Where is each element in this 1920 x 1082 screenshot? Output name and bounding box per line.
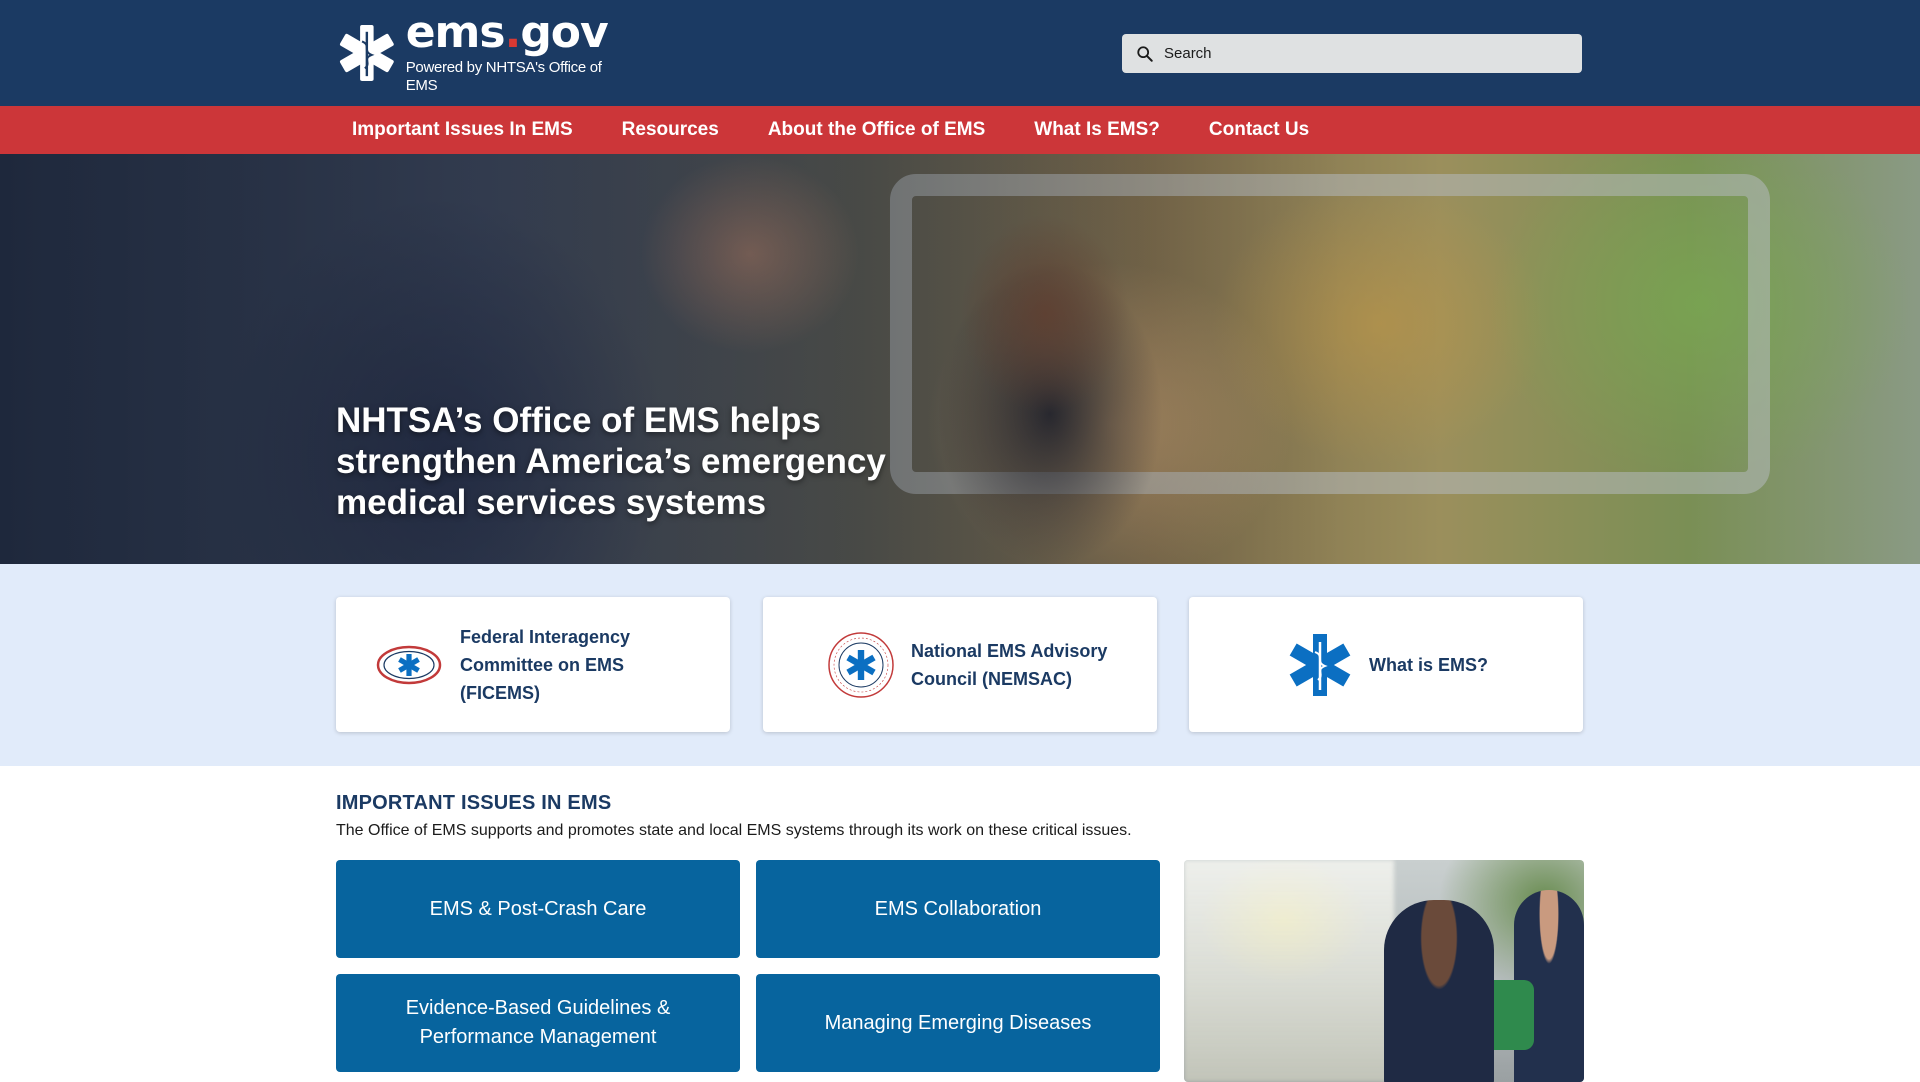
nav-item-contact[interactable]: Contact Us: [1193, 106, 1325, 154]
issue-tile-guidelines[interactable]: Evidence-Based Guidelines & Performance …: [336, 974, 740, 1072]
photo-medic-front: [1384, 900, 1494, 1082]
card-nemsac-label: National EMS Advisory Council (NEMSAC): [911, 640, 1108, 689]
logo-wordmark: ems.gov: [405, 7, 609, 58]
nav-item-what-is-ems[interactable]: What Is EMS?: [1018, 106, 1176, 154]
issues-photo-paramedics: [1184, 860, 1584, 1082]
nav-item-resources[interactable]: Resources: [606, 106, 735, 154]
issues-section-description: The Office of EMS supports and promotes …: [336, 822, 1132, 839]
card-what-is-ems[interactable]: What is EMS?: [1189, 597, 1583, 732]
issues-section-title: IMPORTANT ISSUES IN EMS: [336, 792, 612, 814]
card-what-is-ems-label: What is EMS?: [1369, 654, 1489, 675]
card-ficems-label: Federal Interagency Committee on EMS (FI…: [460, 626, 631, 703]
issue-tile-collaboration[interactable]: EMS Collaboration: [756, 860, 1160, 958]
main-navigation: Important Issues In EMS Resources About …: [0, 106, 1920, 154]
nav-item-important-issues[interactable]: Important Issues In EMS: [336, 106, 589, 154]
logo-tagline: Powered by NHTSA's Office of EMS: [405, 59, 602, 94]
ems-gov-logo[interactable]: ems.gov Powered by NHTSA's Office of EMS: [336, 11, 636, 94]
nav-item-about[interactable]: About the Office of EMS: [752, 106, 1001, 154]
search-box[interactable]: [1122, 34, 1582, 73]
search-icon: [1137, 45, 1153, 62]
card-nemsac[interactable]: National EMS Advisory Council (NEMSAC): [763, 597, 1157, 732]
search-input[interactable]: [1164, 45, 1564, 62]
hero-title: NHTSA’s Office of EMS helps strengthen A…: [336, 401, 886, 522]
photo-ambulance: [1184, 860, 1394, 1082]
issue-tile-emerging-diseases[interactable]: Managing Emerging Diseases: [756, 974, 1160, 1072]
card-ficems[interactable]: Federal Interagency Committee on EMS (FI…: [336, 597, 730, 732]
hero-overlay: [0, 154, 1920, 564]
issue-tile-post-crash-care[interactable]: EMS & Post-Crash Care: [336, 860, 740, 958]
site-header: ems.gov Powered by NHTSA's Office of EMS: [0, 0, 1920, 106]
star-of-life-icon: [1289, 633, 1351, 696]
star-of-life-icon: [339, 25, 394, 81]
featured-links-band: Federal Interagency Committee on EMS (FI…: [0, 564, 1920, 766]
ficems-emblem-icon: [376, 645, 442, 684]
nemsac-seal-icon: [828, 631, 894, 698]
hero-banner: NHTSA’s Office of EMS helps strengthen A…: [0, 154, 1920, 564]
